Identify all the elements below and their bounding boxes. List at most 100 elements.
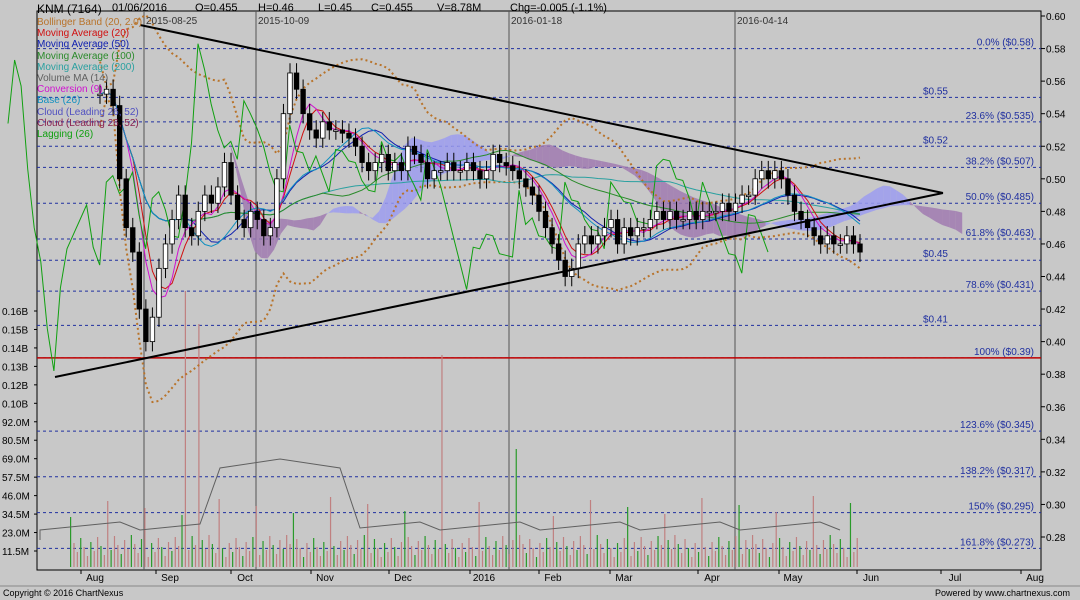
volume-bar <box>613 557 615 567</box>
x-tick-label: Oct <box>237 573 253 584</box>
volume-bar <box>647 555 649 567</box>
volume-bar <box>441 355 443 567</box>
volume-bar <box>633 542 636 567</box>
volume-bar <box>654 550 656 567</box>
volume-bar <box>596 535 598 567</box>
volume-bar <box>319 556 322 567</box>
price-tick-label: 0.38 <box>1046 370 1066 381</box>
legend-item-conversion: Conversion (9) <box>37 84 103 96</box>
volume-bar <box>562 537 565 567</box>
price-mark-label: $0.45 <box>923 249 948 260</box>
powered-by-link[interactable]: Powered by www.chartnexus.com <box>935 588 1070 598</box>
date-marker-label: 2016-04-14 <box>737 16 789 27</box>
candle-body <box>542 210 549 229</box>
volume-bar <box>421 550 423 567</box>
legend-item-volume-ma: Volume MA (14) <box>37 73 109 85</box>
fib-label: 123.6% ($0.345) <box>960 420 1034 431</box>
volume-bar <box>225 557 227 567</box>
price-tick-label: 0.56 <box>1046 77 1066 88</box>
candle-body <box>248 210 254 229</box>
volume-bar <box>816 545 818 567</box>
volume-bar <box>383 543 386 567</box>
volume-bar <box>765 548 767 567</box>
candle-body <box>588 235 595 245</box>
candle-body <box>837 243 844 246</box>
candle-body <box>700 210 706 220</box>
volume-bar <box>414 555 416 567</box>
fib-label: 0.0% ($0.58) <box>977 38 1034 49</box>
volume-bar <box>80 538 82 567</box>
x-tick-label: Mar <box>615 573 633 584</box>
volume-bar <box>178 546 180 567</box>
candle-body <box>523 178 529 188</box>
candle-body <box>759 170 765 180</box>
candle-body <box>228 162 234 196</box>
price-tick-label: 0.58 <box>1046 45 1066 56</box>
volume-bar <box>306 543 308 567</box>
candle-body <box>772 170 778 180</box>
candle-body <box>293 72 300 90</box>
volume-bar <box>316 547 318 567</box>
volume-bar <box>333 546 335 567</box>
legend-item-ma20: Moving Average (20) <box>37 28 130 40</box>
volume-bar <box>323 542 325 567</box>
volume-bar <box>606 539 608 567</box>
x-tick-label: Jun <box>863 573 879 584</box>
volume-bar <box>556 542 558 567</box>
volume-bar <box>373 539 376 567</box>
legend-item-base: Base (26) <box>37 95 81 107</box>
volume-bar <box>340 541 342 567</box>
volume-bar <box>370 553 372 567</box>
volume-bar <box>772 543 774 567</box>
volume-bar <box>829 535 831 567</box>
volume-tick-label: 0.14B <box>2 344 28 355</box>
candle-body <box>195 210 201 237</box>
candle-body <box>326 121 332 131</box>
volume-tick-label: 0.13B <box>2 362 28 373</box>
volume-bar <box>221 548 224 567</box>
volume-bar <box>745 540 747 567</box>
ichimoku-cloud-segment <box>293 219 301 229</box>
volume-bar <box>795 537 798 567</box>
candle-body <box>385 153 391 172</box>
candle-body <box>660 210 667 220</box>
volume-bar <box>140 539 143 567</box>
ichimoku-cloud-segment <box>339 206 347 214</box>
price-tick-label: 0.54 <box>1046 110 1066 121</box>
volume-tick-label: 11.5M <box>2 547 29 558</box>
candle-body <box>601 227 608 237</box>
candle-body <box>719 202 726 212</box>
candle-body <box>431 170 437 180</box>
volume-bar <box>616 543 619 567</box>
candle-body <box>333 129 339 132</box>
volume-bar <box>410 546 413 567</box>
volume-bar <box>623 538 625 567</box>
ichimoku-cloud-segment <box>457 134 465 168</box>
volume-bar <box>785 556 787 567</box>
candle-body <box>562 259 568 277</box>
volume-bar <box>832 544 835 567</box>
x-tick-label: Aug <box>86 573 104 584</box>
low-readout: L=0.45 <box>318 2 352 14</box>
volume-bar <box>367 504 369 567</box>
volume-bar <box>252 537 254 567</box>
chart-canvas[interactable]: 0.60 0.58 0.56 0.54 0.52 0.50 0.48 0.46 0.44 0.42… <box>0 0 1080 600</box>
candle-body <box>811 227 817 237</box>
volume-bar <box>309 552 311 567</box>
volume-bar <box>130 535 132 567</box>
volume-bar <box>819 554 821 567</box>
candle-body <box>732 202 739 212</box>
volume-bar <box>103 555 105 567</box>
ichimoku-cloud-segment <box>726 208 733 237</box>
volume-bar <box>603 553 605 567</box>
legend-item-ma50: Moving Average (50) <box>37 39 130 51</box>
volume-bar <box>400 542 403 567</box>
volume-bar <box>275 554 278 567</box>
volume-bar <box>535 557 538 567</box>
volume-bar <box>677 544 679 567</box>
volume-bar <box>579 536 581 567</box>
volume-bar <box>73 543 75 567</box>
volume-bar <box>478 502 480 567</box>
volume-bar <box>549 547 551 567</box>
volume-bar <box>620 552 622 567</box>
